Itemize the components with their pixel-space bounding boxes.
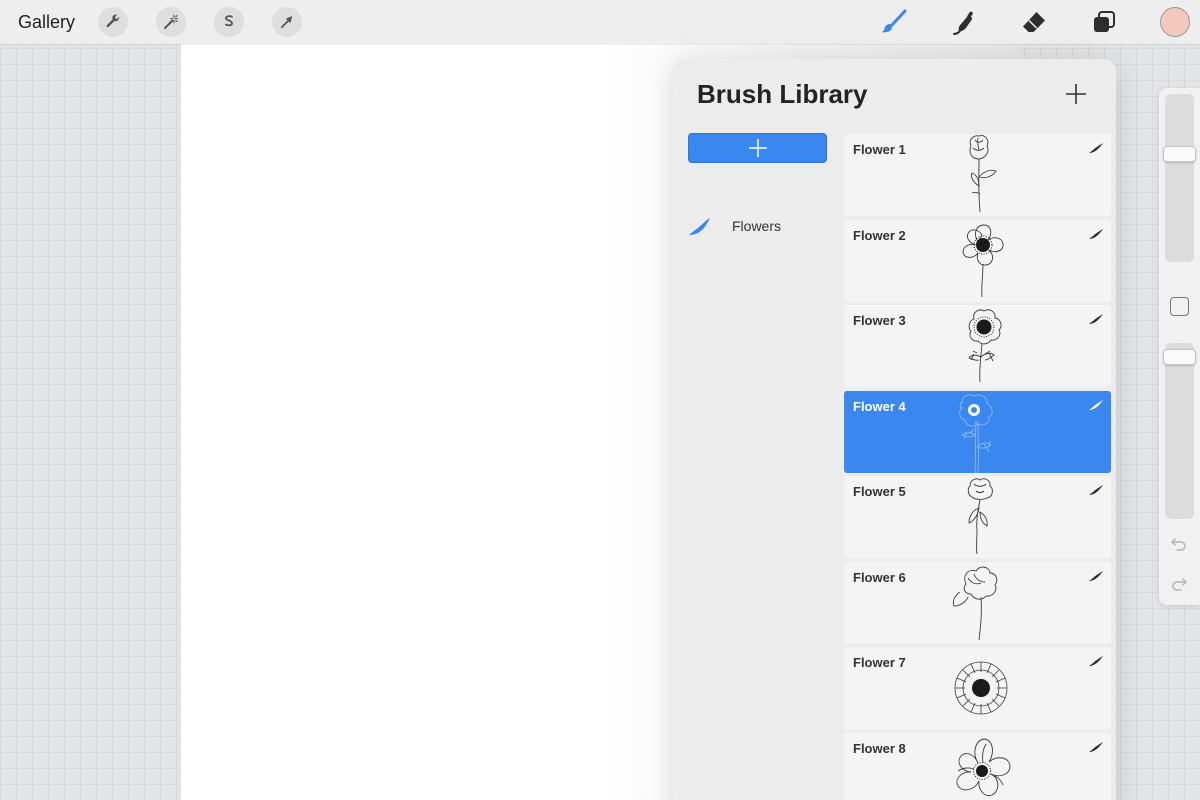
- brush-name: Flower 6: [853, 569, 906, 585]
- brush-flower-7[interactable]: Flower 7: [844, 647, 1111, 729]
- plus-icon: [748, 139, 767, 157]
- brush-flower-1[interactable]: Flower 1: [844, 134, 1111, 216]
- brush-flower-6[interactable]: Flower 6: [844, 561, 1111, 644]
- modify-button[interactable]: [1170, 297, 1189, 316]
- brush-list: Flower 1 Flower 2 Flower 3 Flower 4 Flow…: [844, 134, 1111, 800]
- undo-button[interactable]: [1169, 534, 1189, 554]
- brush-name: Flower 1: [853, 142, 906, 157]
- stroke-badge-icon: [1089, 570, 1103, 581]
- stroke-badge-icon: [1089, 741, 1103, 752]
- plus-icon: [1066, 84, 1086, 104]
- stroke-badge-icon: [1089, 399, 1103, 410]
- transform-button[interactable]: [272, 7, 302, 37]
- brush-tool-button[interactable]: [878, 6, 910, 38]
- stroke-badge-icon: [1089, 314, 1103, 324]
- smudge-icon: [953, 11, 973, 35]
- brush-set-label: Flowers: [732, 218, 782, 234]
- stroke-badge-icon: [1089, 656, 1103, 666]
- brush-library-panel: Brush Library Flowers Flower 1 Flower 2 …: [673, 59, 1116, 800]
- redo-button[interactable]: [1169, 574, 1189, 594]
- opacity-thumb[interactable]: [1163, 349, 1196, 365]
- gallery-button[interactable]: Gallery: [18, 12, 75, 33]
- brush-name: Flower 5: [853, 484, 906, 499]
- brush-name: Flower 7: [853, 655, 906, 670]
- flower-stroke-preview: [969, 135, 997, 213]
- flower-stroke-preview: [954, 661, 1008, 715]
- flower-stroke-preview: [962, 224, 1004, 297]
- smudge-tool-button[interactable]: [948, 6, 980, 38]
- popover-arrow: [888, 44, 912, 58]
- panel-title: Brush Library: [697, 79, 868, 109]
- layers-icon: [1094, 11, 1115, 32]
- stroke-badge-icon: [1089, 485, 1103, 495]
- add-brush-button[interactable]: [1063, 81, 1089, 107]
- brush-size-thumb[interactable]: [1163, 146, 1196, 162]
- top-toolbar: Gallery: [0, 0, 1200, 44]
- undo-arrow-icon: [1171, 538, 1186, 551]
- brush-flower-5[interactable]: Flower 5: [844, 476, 1111, 558]
- side-toolbar: [1159, 88, 1200, 605]
- eraser-tool-button[interactable]: [1018, 6, 1050, 38]
- opacity-slider[interactable]: [1163, 343, 1196, 519]
- brush-size-slider[interactable]: [1163, 94, 1196, 262]
- flower-stroke-preview: [967, 478, 993, 555]
- brush-name: Flower 3: [853, 313, 906, 328]
- layers-tool-button[interactable]: [1088, 6, 1120, 38]
- brush-flower-8[interactable]: Flower 8: [844, 732, 1111, 800]
- magic-wand-icon: [164, 14, 178, 29]
- brush-flower-3[interactable]: Flower 3: [844, 305, 1111, 387]
- brush-set-flowers[interactable]: Flowers: [687, 211, 837, 241]
- brush-name: Flower 4: [853, 398, 906, 414]
- flower-stroke-preview: [959, 393, 993, 473]
- stroke-badge-icon: [1089, 228, 1103, 239]
- adjustments-button[interactable]: [156, 7, 186, 37]
- wrench-icon: [106, 14, 120, 28]
- add-brush-set-button[interactable]: [688, 133, 827, 163]
- brush-flower-4[interactable]: Flower 4: [844, 390, 1111, 473]
- actions-button[interactable]: [98, 7, 128, 37]
- brush-name: Flower 8: [853, 740, 906, 756]
- brush-stroke-icon: [689, 218, 710, 235]
- stroke-badge-icon: [1089, 143, 1103, 153]
- selection-icon: [225, 15, 233, 27]
- flower-stroke-preview: [968, 309, 1002, 383]
- paintbrush-icon: [881, 9, 907, 33]
- current-color-swatch[interactable]: [1160, 7, 1190, 37]
- transform-arrow-icon: [280, 16, 293, 29]
- selection-button[interactable]: [214, 7, 244, 37]
- redo-arrow-icon: [1172, 578, 1187, 591]
- flower-stroke-preview: [952, 566, 998, 640]
- brush-flower-2[interactable]: Flower 2: [844, 219, 1111, 302]
- brush-name: Flower 2: [853, 227, 906, 243]
- flower-stroke-preview: [956, 738, 1011, 796]
- eraser-icon: [1023, 12, 1045, 32]
